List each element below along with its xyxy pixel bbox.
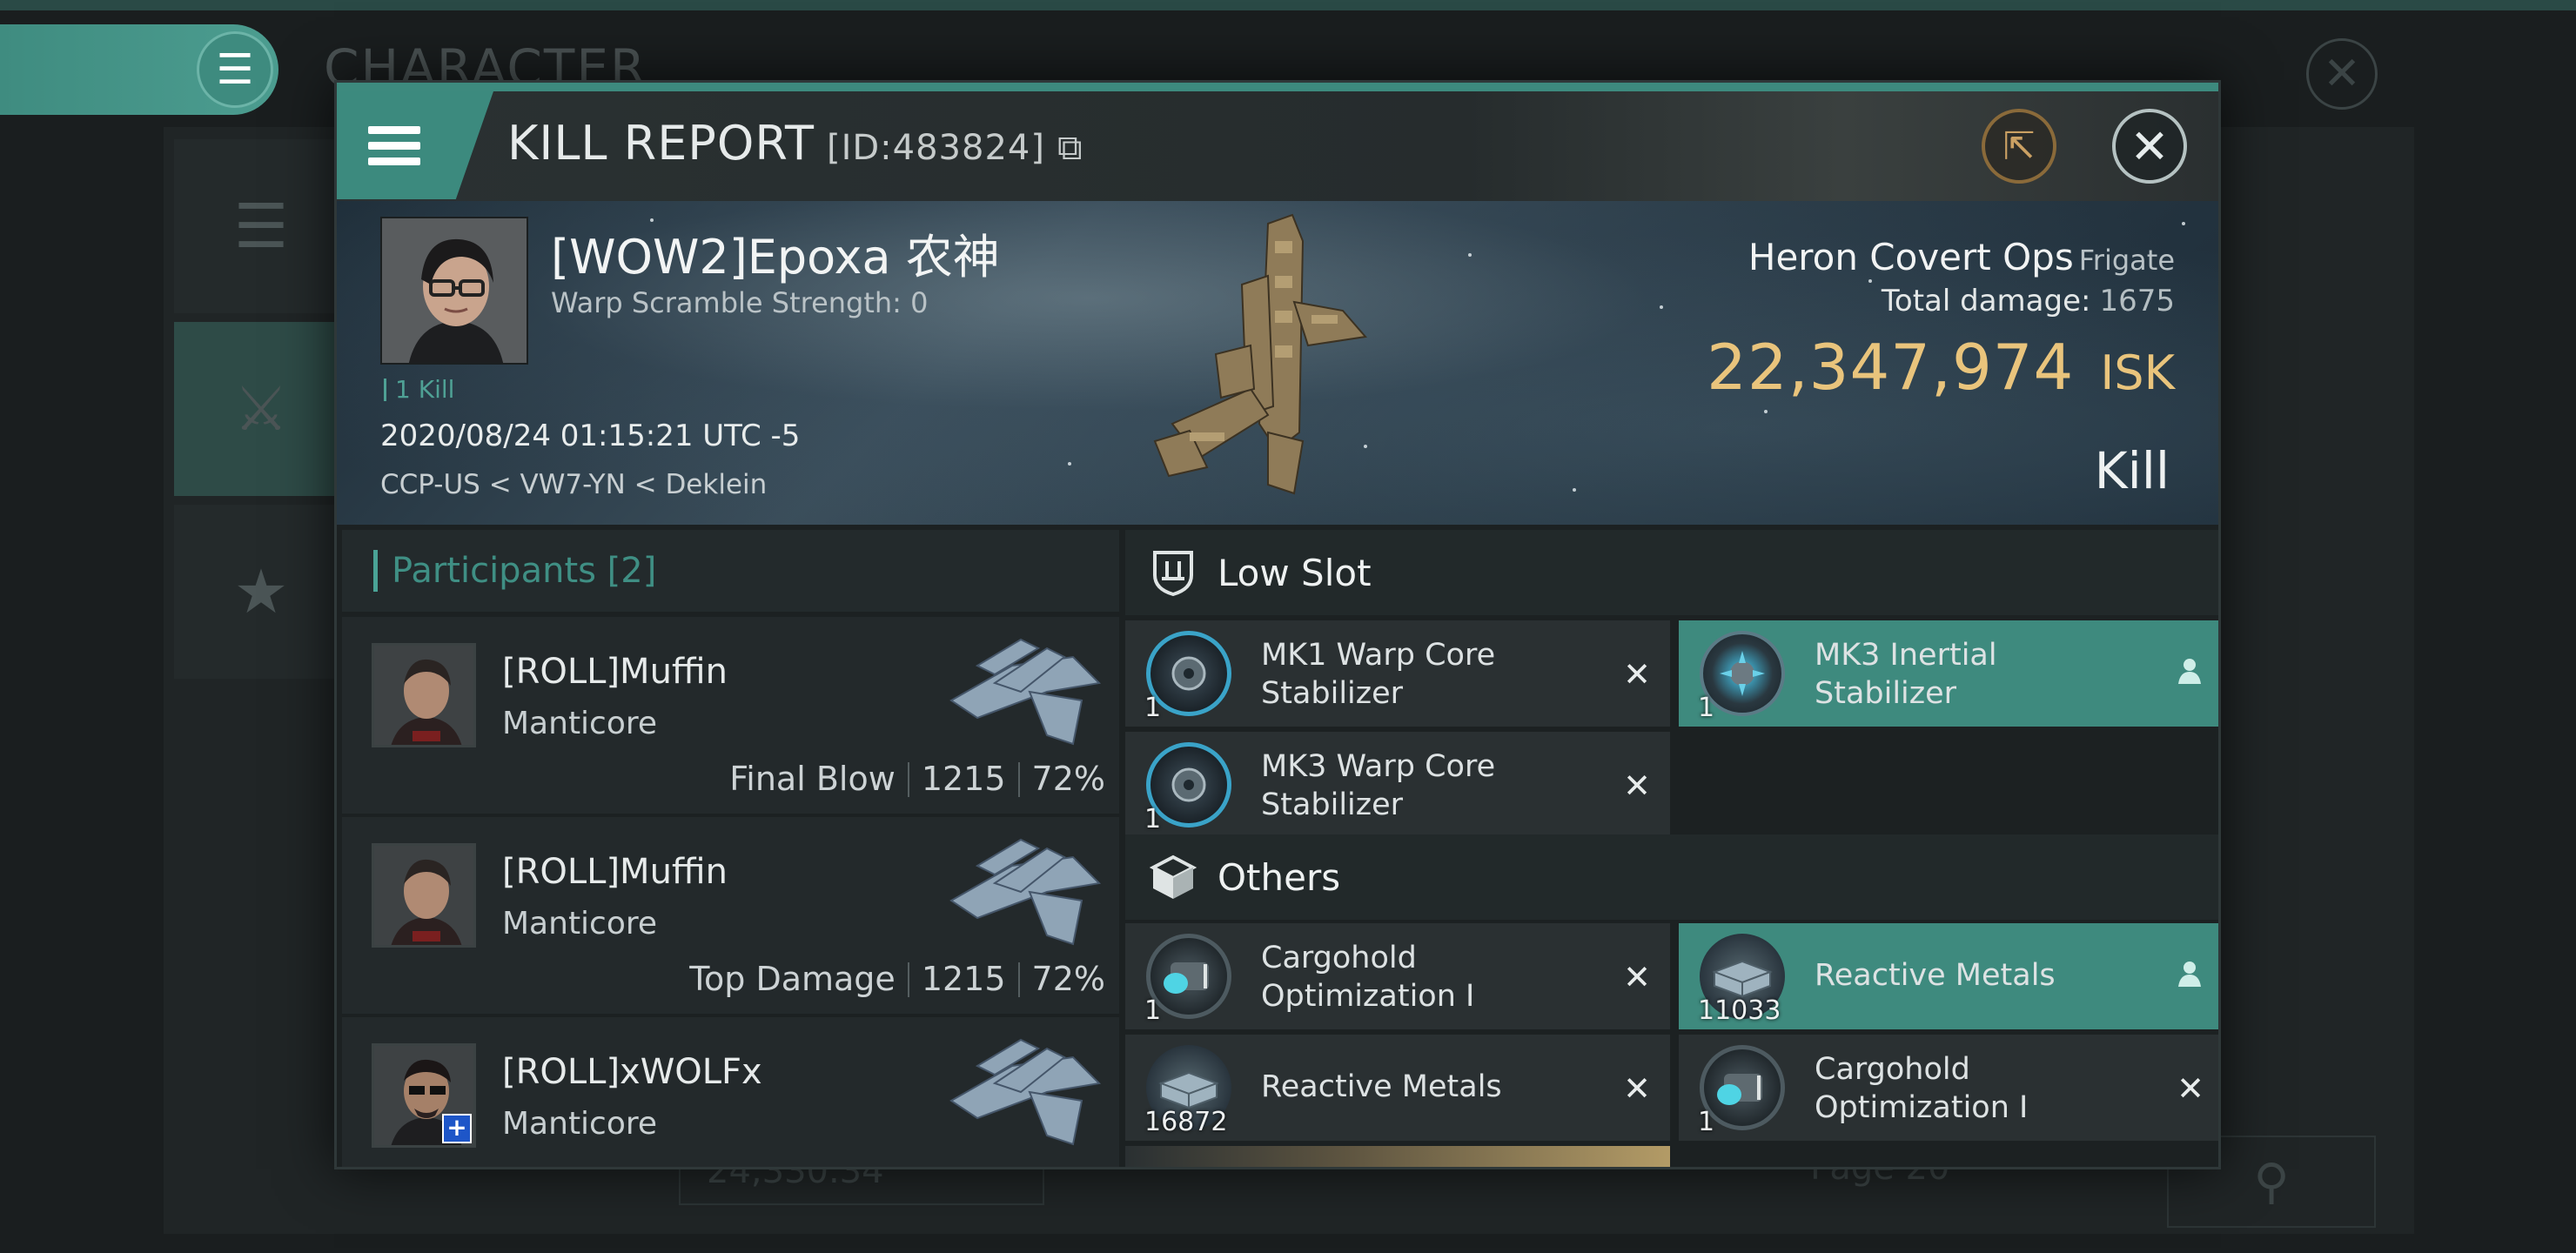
destroyed-x-icon: ✕	[1623, 767, 1651, 805]
combat-tab-icon[interactable]: ⚔	[174, 322, 348, 496]
participant-stats: Top Damage 1215 72%	[689, 960, 1105, 998]
item-quantity: 1	[1144, 804, 1162, 834]
total-damage-label: Total damage:	[1881, 284, 2091, 318]
close-x-icon[interactable]: ✕	[2112, 109, 2187, 184]
participant-ship: Manticore	[502, 1106, 658, 1142]
victim-ship-name-text: Heron Covert Ops	[1748, 236, 2074, 278]
character-list-tab-icon[interactable]: ☰	[174, 139, 348, 313]
character-close-icon[interactable]: ✕	[2306, 38, 2378, 110]
destroyed-x-icon: ✕	[1623, 655, 1651, 694]
participant-name: [ROLL]xWOLFx	[502, 1052, 762, 1092]
warp-scramble-strength: Warp Scramble Strength: 0	[551, 286, 929, 319]
participant-row[interactable]: [ROLL]Muffin Manticore Final Blow 1215 72%	[342, 617, 1119, 814]
participant-tag: Top Damage	[689, 960, 896, 998]
participant-avatar	[372, 843, 476, 948]
modal-title-text: KILL REPORT	[507, 116, 815, 171]
total-damage-value: 1675	[2099, 284, 2175, 318]
victim-portrait[interactable]	[380, 217, 528, 365]
item-cargohold-optimization[interactable]: 1 Cargohold Optimization I ✕	[1679, 1035, 2218, 1141]
participant-ship: Manticore	[502, 706, 658, 741]
main-menu-button[interactable]: ☰	[0, 24, 278, 115]
destroyed-x-icon: ✕	[1623, 1069, 1651, 1108]
victim-ship-class: Frigate	[2078, 244, 2175, 277]
hamburger-icon	[368, 125, 420, 165]
isk-value: 22,347,974 ISK	[1707, 331, 2175, 404]
participants-header: Participants [2]	[342, 530, 1119, 612]
item-quantity: 11033	[1698, 995, 1781, 1026]
menu-icon: ☰	[197, 31, 273, 108]
kill-id: [ID:483824]	[826, 128, 1045, 168]
item-name: Cargohold Optimization I	[1261, 941, 1475, 1014]
modal-accent-line	[337, 83, 2218, 91]
low-slot-header: Low Slot	[1125, 530, 2218, 615]
item-cargohold-optimization[interactable]: 1 Cargohold Optimization I ✕	[1125, 923, 1670, 1029]
item-quantity: 1	[1698, 1107, 1715, 1137]
copy-icon[interactable]: ⧉	[1057, 128, 1083, 168]
victim-ship-info: Heron Covert Ops Frigate Total damage: 167…	[1707, 236, 2175, 404]
victim-ship-name[interactable]: Heron Covert Ops Frigate	[1707, 236, 2175, 278]
participant-tag: Final Blow	[729, 760, 896, 798]
item-name: Reactive Metals	[1261, 1069, 1502, 1104]
kill-location[interactable]: CCP-US < VW7-YN < Deklein	[380, 469, 767, 500]
participant-percent: 72%	[1031, 960, 1105, 998]
participant-name: [ROLL]Muffin	[502, 852, 728, 892]
low-slot-title: Low Slot	[1218, 551, 1372, 594]
share-external-icon[interactable]: ⇱	[1982, 109, 2056, 184]
item-mk1-warp-core-stabilizer[interactable]: 1 MK1 Warp Core Stabilizer ✕	[1125, 620, 1670, 727]
item-quantity: 1	[1144, 995, 1162, 1026]
participant-ship-image	[949, 1038, 1102, 1146]
item-quantity: 1	[1698, 693, 1715, 723]
kill-report-modal: KILL REPORT [ID:483824] ⧉ ⇱ ✕ [WOW2]Epoxa	[334, 80, 2221, 1169]
participant-row[interactable]: + [ROLL]xWOLFx Manticore	[342, 1017, 1119, 1167]
victim-hero: [WOW2]Epoxa 农神 Warp Scramble Strength: 0…	[337, 201, 2218, 525]
participant-stats: Final Blow 1215 72%	[729, 760, 1105, 798]
item-mk3-inertial-stabilizer[interactable]: 1 MK3 Inertial Stabilizer	[1679, 620, 2218, 727]
kill-timestamp: 2020/08/24 01:15:21 UTC -5	[380, 419, 801, 453]
item-mk3-warp-core-stabilizer[interactable]: 1 MK3 Warp Core Stabilizer ✕	[1125, 732, 1670, 838]
item-quantity: 1	[1144, 693, 1162, 723]
isk-amount: 22,347,974	[1707, 331, 2075, 404]
item-row-partial[interactable]	[1125, 1146, 1670, 1167]
victim-kill-count: 1 Kill	[384, 375, 454, 404]
item-reactive-metals-dropped[interactable]: 11033 Reactive Metals	[1679, 923, 2218, 1029]
participant-avatar: +	[372, 1043, 476, 1148]
others-title: Others	[1218, 855, 1341, 899]
dropped-person-icon	[2175, 655, 2204, 694]
modal-title: KILL REPORT [ID:483824] ⧉	[507, 116, 1083, 171]
participant-avatar	[372, 643, 476, 747]
destroyed-x-icon: ✕	[1623, 958, 1651, 996]
destroyed-x-icon: ✕	[2177, 1069, 2204, 1108]
isk-unit: ISK	[2100, 345, 2175, 400]
participant-ship-image	[949, 838, 1102, 946]
item-name: MK3 Warp Core Stabilizer	[1261, 749, 1496, 822]
participant-row[interactable]: [ROLL]Muffin Manticore Top Damage 1215 72%	[342, 817, 1119, 1014]
participant-damage: 1215	[921, 960, 1006, 998]
item-name: MK3 Inertial Stabilizer	[1815, 638, 1997, 711]
victim-ship-image[interactable]	[1137, 206, 1416, 519]
participant-ship: Manticore	[502, 906, 658, 941]
item-name: MK1 Warp Core Stabilizer	[1261, 638, 1496, 711]
participant-percent: 72%	[1031, 760, 1105, 798]
victim-name[interactable]: [WOW2]Epoxa 农神	[551, 218, 1000, 287]
item-reactive-metals-destroyed[interactable]: 16872 Reactive Metals ✕	[1125, 1035, 1670, 1141]
participant-damage: 1215	[921, 760, 1006, 798]
items-panel: Low Slot 1 MK1 Warp Core Stabilizer ✕ 1 …	[1125, 530, 2218, 1167]
cube-icon	[1148, 852, 1198, 902]
item-name: Cargohold Optimization I	[1815, 1052, 2029, 1125]
low-slot-icon	[1148, 547, 1198, 598]
item-name: Reactive Metals	[1815, 958, 2056, 993]
participant-name: [ROLL]Muffin	[502, 652, 728, 692]
item-quantity: 16872	[1144, 1107, 1228, 1137]
participants-panel: Participants [2] [ROLL]Muffin Manticore	[342, 530, 1119, 1167]
star-tab-icon[interactable]: ★	[174, 505, 348, 679]
kill-result-label: Kill	[2094, 441, 2170, 500]
plus-icon: +	[442, 1114, 472, 1143]
participant-ship-image	[949, 638, 1102, 746]
others-header: Others	[1125, 834, 2218, 920]
total-damage: Total damage: 1675	[1707, 284, 2175, 318]
dropped-person-icon	[2175, 958, 2204, 996]
